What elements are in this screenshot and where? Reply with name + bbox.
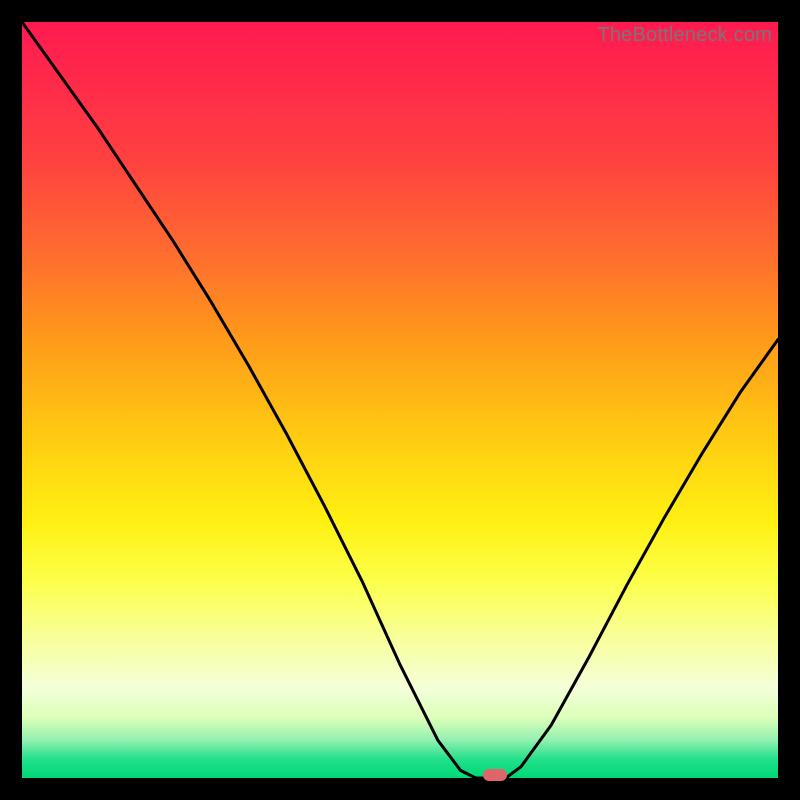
bottleneck-curve-path — [22, 22, 778, 778]
chart-frame: TheBottleneck.com — [0, 0, 800, 800]
plot-area: TheBottleneck.com — [22, 22, 778, 778]
optimal-point-marker — [483, 769, 507, 781]
curve-svg — [22, 22, 778, 778]
